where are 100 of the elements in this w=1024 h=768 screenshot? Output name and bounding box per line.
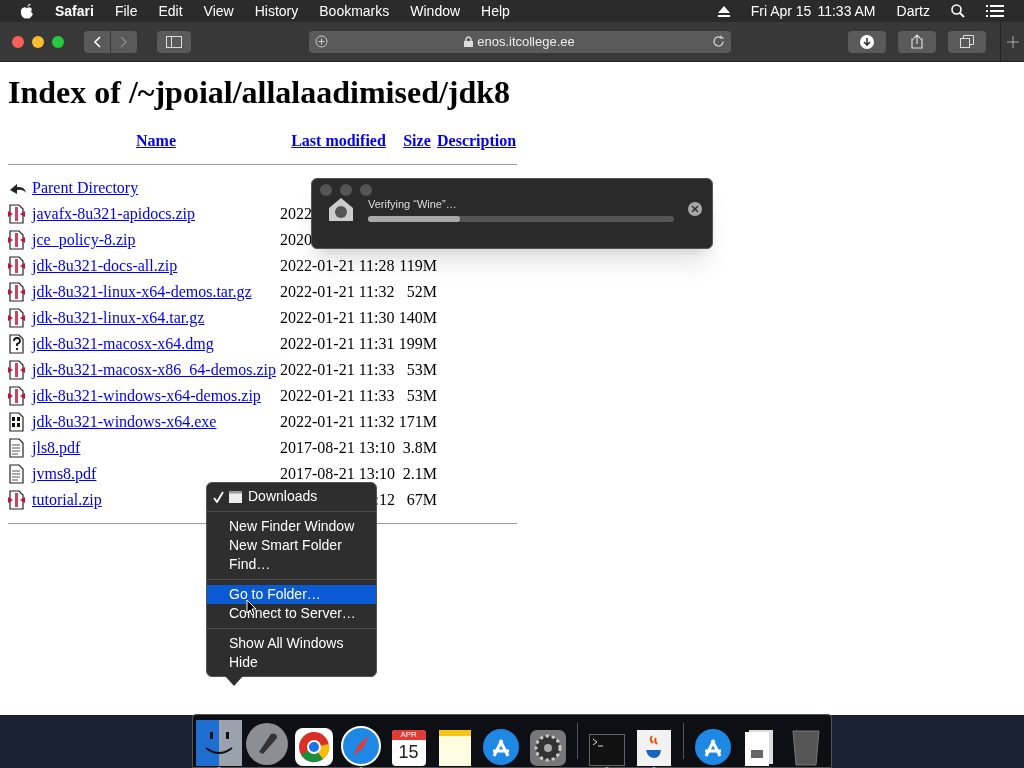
- file-link[interactable]: jvms8.pdf: [32, 465, 97, 482]
- column-header-link[interactable]: Size: [403, 132, 431, 149]
- menu-item[interactable]: New Smart Folder: [207, 536, 376, 555]
- menu-item[interactable]: New Finder Window: [207, 517, 376, 536]
- file-link[interactable]: jls8.pdf: [32, 439, 81, 456]
- file-size: 119M: [399, 257, 437, 274]
- add-circle-icon[interactable]: [314, 35, 328, 48]
- modified-date: 2017-08-21 13:10: [280, 439, 396, 456]
- face-icon[interactable]: [196, 720, 242, 766]
- file-link[interactable]: jdk-8u321-macosx-x64.dmg: [32, 335, 214, 352]
- menu-item[interactable]: Go to Folder…: [207, 585, 376, 604]
- archive-icon: [8, 308, 26, 328]
- app-menu[interactable]: Safari: [55, 0, 94, 22]
- archive-icon: [8, 230, 26, 250]
- menu-item[interactable]: View: [203, 0, 234, 22]
- window-icon: [229, 490, 242, 503]
- text-file-icon: [8, 464, 26, 484]
- modified-date: 2022-01-21 11:28: [280, 257, 395, 274]
- calendar-month: APR: [391, 730, 426, 740]
- menu-item[interactable]: Help: [481, 0, 510, 22]
- file-size: 2.1M: [402, 465, 437, 482]
- app-store-icon[interactable]: [693, 728, 732, 766]
- file-link[interactable]: Parent Directory: [32, 179, 139, 196]
- column-header-link[interactable]: Last modified: [291, 132, 386, 149]
- reload-icon[interactable]: [711, 35, 725, 48]
- archive-icon: [8, 282, 26, 302]
- page-heading: Index of /~jpoial/allalaadimised/jdk8: [8, 73, 512, 112]
- chevron-right-icon: [120, 35, 128, 48]
- modified-date: 2022-01-21 11:30: [280, 309, 395, 326]
- chevron-left-icon: [93, 35, 101, 48]
- clock-text[interactable]: 11:33 AM: [817, 0, 876, 22]
- back-button[interactable]: [84, 30, 110, 53]
- modified-date: 2022-01-21 11:31: [280, 335, 395, 352]
- file-link[interactable]: tutorial.zip: [32, 491, 102, 508]
- apple-icon[interactable]: [20, 3, 34, 19]
- file-size: 53M: [406, 361, 437, 378]
- binary-file-icon: [8, 412, 26, 432]
- archive-icon: [8, 256, 26, 276]
- tabs-button[interactable]: [948, 30, 986, 53]
- file-size: 199M: [398, 335, 437, 352]
- url-text: enos.itcollege.ee: [477, 32, 575, 51]
- modified-date: 2022-01-21 11:33: [280, 387, 395, 404]
- share-button[interactable]: [898, 30, 936, 53]
- archive-icon: [8, 204, 26, 224]
- menu-item[interactable]: Bookmarks: [319, 0, 390, 22]
- tabs-icon: [960, 35, 974, 48]
- menu-item[interactable]: Show All Windows: [207, 634, 376, 653]
- file-link[interactable]: javafx-8u321-apidocs.zip: [32, 205, 196, 222]
- user-name[interactable]: Dartz: [896, 0, 930, 22]
- app-store-icon[interactable]: [482, 728, 521, 766]
- file-size: 3.8M: [402, 439, 437, 456]
- column-header-link[interactable]: Description: [437, 132, 517, 149]
- coffee-cup-icon[interactable]: [636, 730, 671, 766]
- file-link[interactable]: jce_policy-8.zip: [32, 231, 136, 248]
- file-link[interactable]: jdk-8u321-windows-x64-demos.zip: [32, 387, 261, 404]
- file-size: 53M: [406, 387, 437, 404]
- address-field[interactable]: enos.itcollege.ee: [308, 30, 731, 53]
- file-link[interactable]: jdk-8u321-linux-x64.tar.gz: [32, 309, 205, 326]
- menu-item[interactable]: Window: [410, 0, 461, 22]
- browser-icon[interactable]: [295, 728, 334, 766]
- share-icon: [911, 34, 923, 49]
- file-size: 67M: [406, 491, 437, 508]
- document-stack-icon[interactable]: [745, 730, 774, 766]
- menu-item[interactable]: Connect to Server…: [207, 604, 376, 623]
- file-link[interactable]: jdk-8u321-windows-x64.exe: [32, 413, 217, 430]
- terminal-icon[interactable]: [589, 734, 626, 766]
- gear-icon[interactable]: [529, 730, 566, 766]
- archive-icon: [8, 386, 26, 406]
- zoom-button[interactable]: [52, 35, 64, 48]
- compass-icon[interactable]: [341, 726, 382, 766]
- download-icon: [860, 34, 874, 49]
- menu-item[interactable]: History: [254, 0, 299, 22]
- date-text[interactable]: Fri Apr 15: [750, 0, 812, 22]
- archive-icon: [8, 490, 26, 510]
- menu-item[interactable]: Edit: [158, 0, 183, 22]
- list-icon[interactable]: [986, 5, 1004, 17]
- column-header-link[interactable]: Name: [136, 132, 176, 149]
- menu-item[interactable]: Hide: [207, 653, 376, 672]
- file-link[interactable]: jdk-8u321-macosx-x86_64-demos.zip: [32, 361, 276, 378]
- downloads-button[interactable]: [848, 30, 886, 53]
- eject-icon[interactable]: [717, 5, 730, 17]
- archive-icon: [8, 360, 26, 380]
- modified-date: 2017-08-21 13:10: [280, 465, 396, 482]
- modified-date: 2022: [280, 205, 312, 222]
- menu-item[interactable]: Downloads: [207, 487, 376, 506]
- trash-icon[interactable]: [790, 728, 821, 766]
- modified-date: 2022-01-21 11:33: [280, 361, 395, 378]
- house-icon: [328, 196, 354, 222]
- menu-item[interactable]: Find…: [207, 555, 376, 574]
- menu-item[interactable]: File: [114, 0, 138, 22]
- cancel-icon[interactable]: [688, 202, 702, 216]
- modified-date: 2020: [280, 231, 312, 248]
- file-link[interactable]: jdk-8u321-docs-all.zip: [32, 257, 178, 274]
- search-icon[interactable]: [951, 4, 965, 18]
- minimize-button[interactable]: [32, 35, 44, 48]
- calendar-icon[interactable]: APR 15: [391, 730, 426, 766]
- close-button[interactable]: [12, 35, 24, 48]
- text-file-icon: [8, 438, 26, 458]
- file-link[interactable]: jdk-8u321-linux-x64-demos.tar.gz: [32, 283, 252, 300]
- sidebar-button[interactable]: [157, 30, 191, 53]
